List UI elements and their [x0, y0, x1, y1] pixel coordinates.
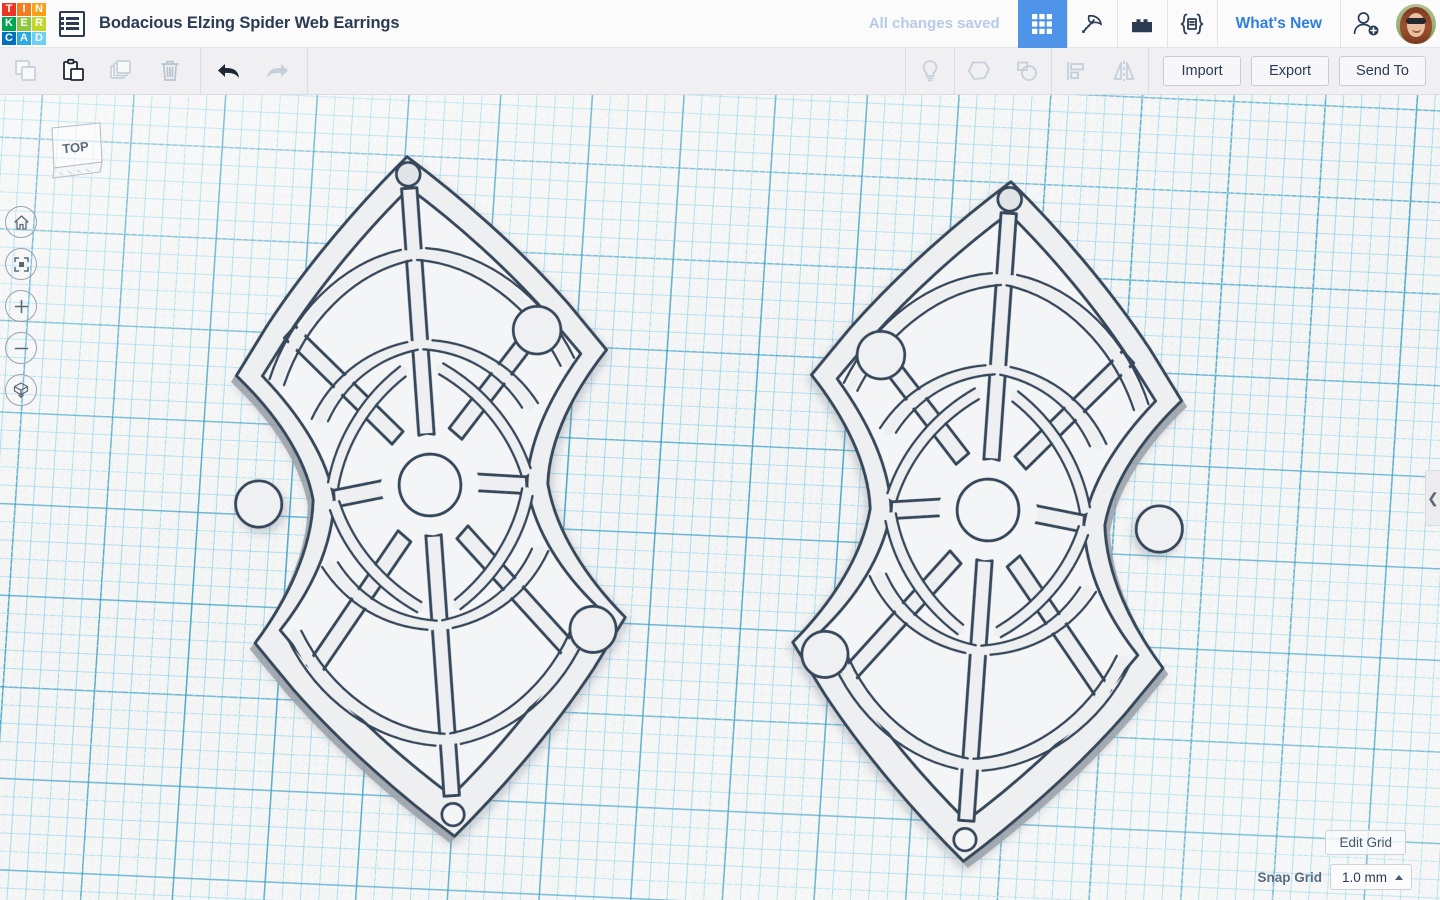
- logo-tile-r: R: [32, 17, 46, 31]
- logo-tile-c: C: [2, 31, 16, 45]
- list-line-1: [60, 17, 79, 20]
- redo-icon[interactable]: [253, 48, 301, 95]
- logo-tile-n: N: [32, 3, 46, 17]
- view-controls: [5, 206, 37, 416]
- zoom-in-button[interactable]: [5, 290, 37, 322]
- duplicate-icon[interactable]: [98, 48, 146, 95]
- bead-node-left: [234, 479, 284, 529]
- logo-tile-d: D: [32, 31, 46, 45]
- model-layer: [212, 144, 1206, 881]
- view-cube-label: TOP: [62, 139, 90, 157]
- list-line-2: [60, 22, 79, 25]
- codeblocks-pickaxe-icon[interactable]: [1068, 0, 1117, 48]
- workplane-canvas[interactable]: TOP Edit Grid Snap Grid 1.0 mm ❮: [0, 95, 1440, 900]
- snap-grid-select[interactable]: 1.0 mm: [1329, 864, 1412, 890]
- undo-icon[interactable]: [205, 48, 253, 95]
- spider-web-earring-right[interactable]: [778, 169, 1206, 881]
- shape-icon[interactable]: [955, 48, 1003, 95]
- avatar-sunglasses: [1406, 17, 1426, 24]
- code-braces-icon[interactable]: [1168, 0, 1217, 48]
- bead-node-upper-left: [855, 329, 907, 381]
- import-button[interactable]: Import: [1163, 56, 1242, 86]
- bead-node-lower-left: [800, 629, 850, 679]
- snap-grid-value: 1.0 mm: [1341, 869, 1387, 885]
- spider-web-earring-left[interactable]: [212, 144, 640, 856]
- chevron-left-icon[interactable]: ❮: [1425, 470, 1440, 526]
- logo-tile-a: A: [17, 31, 31, 45]
- home-icon: [13, 214, 29, 230]
- delete-icon[interactable]: [146, 48, 194, 95]
- paste-icon[interactable]: [50, 48, 98, 95]
- avatar-face: [1407, 12, 1425, 37]
- logo-tile-k: K: [2, 17, 16, 31]
- fit-all-icon: [13, 256, 29, 272]
- lightbulb-icon[interactable]: [906, 48, 954, 95]
- logo-tile-i: I: [17, 3, 31, 17]
- tinkercad-app: T I N K E R C A D Bodacious Elzing Spide…: [0, 0, 1440, 900]
- minus-icon: [14, 347, 28, 349]
- chevron-up-icon: [1395, 874, 1403, 880]
- page-title: Bodacious Elzing Spider Web Earrings: [99, 14, 400, 32]
- export-button[interactable]: Export: [1251, 56, 1330, 86]
- logo-tile-e: E: [17, 17, 31, 31]
- home-view-button[interactable]: [5, 206, 37, 238]
- edit-grid-button[interactable]: Edit Grid: [1325, 830, 1406, 855]
- toolbar-divider-1: [200, 47, 201, 95]
- ortho-perspective-button[interactable]: [5, 374, 37, 406]
- save-status: All changes saved: [868, 15, 1000, 32]
- copy-icon[interactable]: [2, 48, 50, 95]
- top-bar: T I N K E R C A D Bodacious Elzing Spide…: [0, 0, 1440, 48]
- bead-node-lower-right: [568, 604, 618, 654]
- list-icon[interactable]: [59, 10, 85, 37]
- zoom-out-button[interactable]: [5, 332, 37, 364]
- tinkercad-logo[interactable]: T I N K E R C A D: [1, 2, 47, 46]
- cube-icon: [13, 382, 29, 398]
- snap-grid-label: Snap Grid: [1257, 869, 1322, 885]
- toolbar-divider-6: [1148, 47, 1150, 95]
- fit-view-button[interactable]: [5, 248, 37, 280]
- grid-view-icon[interactable]: [1017, 0, 1067, 48]
- send-to-button[interactable]: Send To: [1339, 56, 1426, 86]
- add-person-icon[interactable]: [1341, 0, 1390, 48]
- plus-icon: [14, 299, 28, 313]
- list-line-3: [60, 27, 79, 30]
- logo-tile-t: T: [2, 3, 16, 17]
- whats-new-link[interactable]: What's New: [1218, 0, 1340, 48]
- snap-grid-control: Snap Grid 1.0 mm: [1257, 864, 1412, 890]
- avatar[interactable]: [1396, 3, 1436, 44]
- group-icon[interactable]: [1003, 48, 1051, 95]
- toolbar-divider-2: [307, 47, 308, 95]
- avatar-smile: [1412, 29, 1421, 33]
- bricks-icon[interactable]: [1118, 0, 1167, 48]
- align-icon[interactable]: [1052, 48, 1100, 95]
- bead-node-right: [1134, 504, 1184, 554]
- edit-toolbar: Import Export Send To: [0, 47, 1440, 95]
- mirror-icon[interactable]: [1100, 48, 1148, 95]
- view-cube[interactable]: TOP: [30, 110, 108, 196]
- bead-node-upper-right: [511, 304, 563, 356]
